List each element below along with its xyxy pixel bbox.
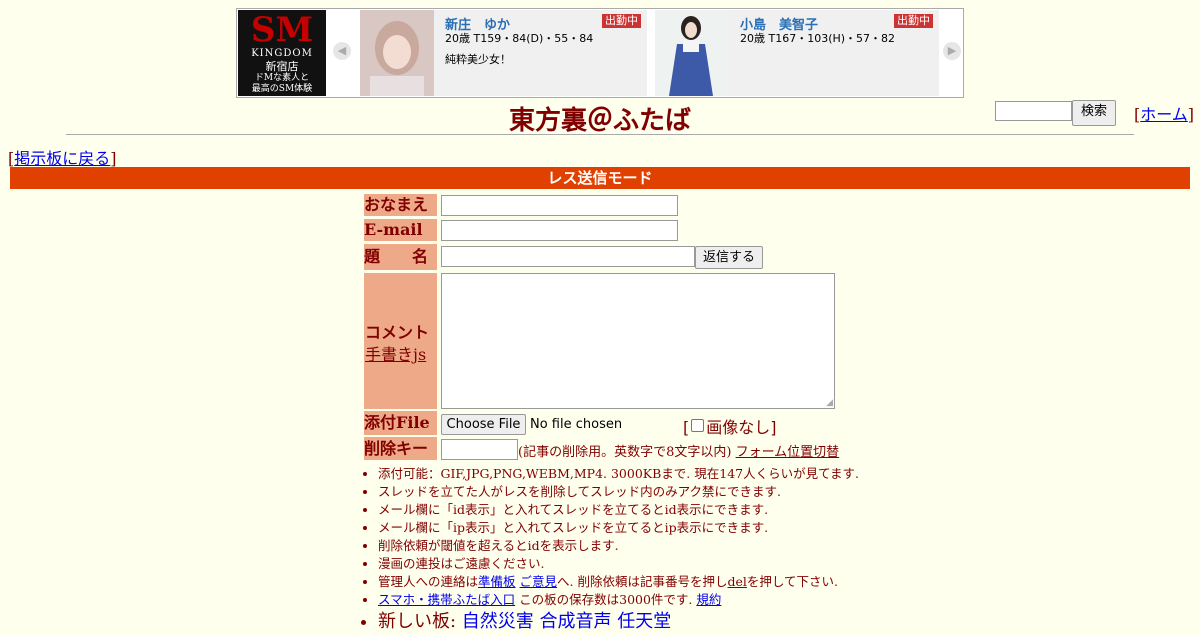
form-position-toggle-link[interactable]: フォーム位置切替: [736, 445, 840, 460]
bracket-close: ]: [110, 149, 117, 168]
list-item: 管理人への連絡は準備板 ご意見へ. 削除依頼は記事番号を押しdelを押して下さい…: [378, 573, 878, 591]
delete-request-text-end: を押して下さい.: [746, 574, 838, 589]
comment-label: コメント: [365, 323, 430, 342]
card-stats: 20歳 T167・103(H)・57・82: [740, 32, 896, 45]
card-description: 純粋美少女！: [445, 53, 511, 66]
name-label: おなまえ: [364, 194, 437, 216]
file-status: No file chosen: [530, 417, 623, 432]
ad-banner[interactable]: SM KINGDOM 新宿店 ドMな素人と 最高のSM体験 ◀ 新庄 ゆか 出勤…: [236, 8, 964, 98]
contact-text: 管理人への連絡は: [378, 574, 479, 589]
profile-photo: [360, 10, 434, 96]
bracket-close: ]: [770, 418, 777, 437]
delete-key-label: 削除キー: [364, 437, 437, 460]
no-image-checkbox[interactable]: [691, 419, 705, 432]
banner-prev-arrow-icon[interactable]: ◀: [333, 42, 351, 60]
back-to-board-link[interactable]: 掲示板に戻る: [14, 149, 110, 168]
shop-logo[interactable]: SM KINGDOM 新宿店 ドMな素人と 最高のSM体験: [238, 10, 326, 96]
logo-line1: ドMな素人と: [254, 73, 310, 83]
list-item: スレッドを立てた人がレスを削除してスレッド内のみアク禁にできます.: [378, 483, 878, 501]
banner-next-arrow-icon[interactable]: ▶: [943, 42, 961, 60]
storage-text: この板の保存数は3000件です.: [515, 592, 697, 607]
delete-request-text: へ. 削除依頼は記事番号を押し: [557, 574, 728, 589]
comment-label-cell: コメント 手書きjs: [364, 273, 437, 409]
logo-shop: 新宿店: [265, 60, 299, 73]
board-link-synth-voice[interactable]: 合成音声: [540, 611, 612, 632]
banner-card[interactable]: 新庄 ゆか 出勤中 20歳 T159・84(D)・55・84 純粋美少女！: [360, 10, 647, 96]
board-rules-list: 添付可能：GIF,JPG,PNG,WEBM,MP4. 3000KBまで. 現在1…: [362, 465, 878, 635]
list-item: 削除依頼が閾値を超えるとidを表示します.: [378, 537, 878, 555]
no-image-option: [ 画像なし]: [683, 414, 777, 438]
handwriting-js-link[interactable]: 手書きjs: [365, 341, 426, 365]
list-item: 添付可能：GIF,JPG,PNG,WEBM,MP4. 3000KBまで. 現在1…: [378, 465, 878, 483]
logo-line2: 最高のSM体験: [251, 84, 313, 94]
page-title: 東方裏＠ふたば: [508, 106, 691, 136]
comment-textarea[interactable]: ◢: [441, 273, 835, 409]
delete-key-note: (記事の削除用。英数字で8文字以内) フォーム位置切替: [518, 441, 839, 460]
feedback-link[interactable]: ご意見: [520, 574, 558, 589]
board-link-disaster[interactable]: 自然災害: [462, 611, 534, 632]
list-item: メール欄に「ip表示」と入れてスレッドを立てるとip表示にできます.: [378, 519, 878, 537]
email-label: E-mail: [364, 219, 437, 241]
divider: [66, 134, 1134, 135]
delete-key-field[interactable]: [441, 439, 518, 460]
email-field[interactable]: [441, 220, 678, 241]
logo-mark: SM: [250, 10, 314, 50]
delete-key-hint: (記事の削除用。英数字で8文字以内): [518, 445, 732, 460]
board-link-nintendo[interactable]: 任天堂: [617, 611, 671, 632]
list-item: 新しい板: 自然災害 合成音声 任天堂: [378, 609, 878, 635]
mobile-entrance-link[interactable]: スマホ・携帯ふたば入口: [378, 592, 515, 607]
resize-handle-icon[interactable]: ◢: [826, 398, 833, 408]
no-image-label: 画像なし: [706, 418, 771, 437]
back-link-wrapper: [掲示板に戻る]: [8, 145, 117, 169]
list-item: 漫画の連投はご遠慮ください.: [378, 555, 878, 573]
status-badge: 出勤中: [894, 14, 933, 28]
submit-reply-button[interactable]: 返信する: [695, 246, 763, 269]
subject-field[interactable]: [441, 246, 695, 267]
name-field[interactable]: [441, 195, 678, 216]
banner-card[interactable]: 小島 美智子 出勤中 20歳 T167・103(H)・57・82: [655, 10, 939, 96]
new-boards-label: 新しい板:: [378, 611, 462, 632]
terms-link[interactable]: 規約: [696, 592, 721, 607]
list-item: スマホ・携帯ふたば入口 この板の保存数は3000件です. 規約: [378, 591, 878, 609]
subject-label: 題 名: [364, 244, 437, 270]
status-badge: 出勤中: [602, 14, 641, 28]
logo-brand: KINGDOM: [251, 48, 313, 59]
card-stats: 20歳 T159・84(D)・55・84: [445, 32, 594, 45]
bracket-open: [: [683, 418, 690, 437]
reply-mode-bar: レス送信モード: [10, 167, 1190, 189]
del-link[interactable]: del: [727, 574, 746, 589]
file-label: 添付File: [364, 411, 437, 435]
profile-photo: [655, 10, 729, 96]
prep-board-link[interactable]: 準備板: [478, 574, 516, 589]
list-item: メール欄に「id表示」と入れてスレッドを立てるとid表示にできます.: [378, 501, 878, 519]
choose-file-button[interactable]: Choose File: [441, 414, 526, 435]
